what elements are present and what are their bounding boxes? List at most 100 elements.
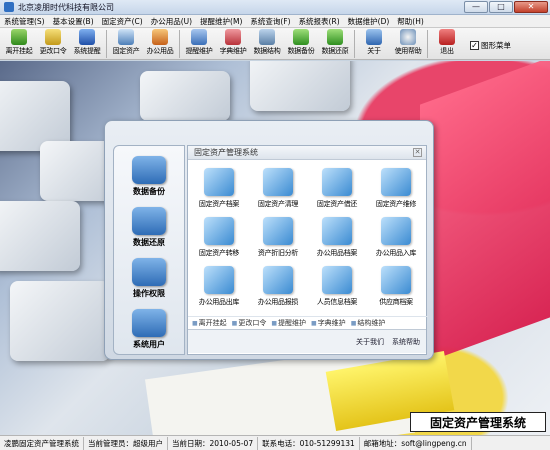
module-label: 办公用品档案 bbox=[316, 249, 358, 257]
side-item-data-restore[interactable]: 数据还原 bbox=[114, 207, 184, 248]
supply-out-icon bbox=[204, 266, 234, 294]
module-office-supply-archive[interactable]: 办公用品档案 bbox=[308, 217, 366, 262]
module-fixed-asset-archive[interactable]: 固定资产档案 bbox=[190, 168, 248, 213]
data-backup-button[interactable]: 数据备份 bbox=[284, 28, 318, 59]
quick-links: 离开挂起 更改口令 提醒维护 字典维护 结构维护 bbox=[188, 316, 428, 328]
toolbar-divider bbox=[179, 30, 180, 58]
module-fixed-asset-clearance[interactable]: 固定资产清理 bbox=[249, 168, 307, 213]
menu-reports[interactable]: 系统报表(R) bbox=[299, 16, 340, 27]
window-title: 北京凌朋时代科技有限公司 bbox=[18, 2, 114, 12]
module-office-supply-in[interactable]: 办公用品入库 bbox=[367, 217, 425, 262]
toolbar-label: 使用帮助 bbox=[394, 47, 422, 55]
side-menu: 数据备份 数据还原 操作权限 系统用户 bbox=[113, 145, 185, 355]
module-panel: 固定资产管理系统 ✕ 固定资产档案 固定资产清理 固定资产借还 固定资产维修 固… bbox=[187, 145, 428, 355]
backup-icon bbox=[293, 29, 309, 45]
leave-suspend-button[interactable]: 离开挂起 bbox=[2, 28, 36, 59]
side-item-label: 系统用户 bbox=[133, 339, 165, 349]
supplier-icon bbox=[381, 266, 411, 294]
link-reminder-maintenance[interactable]: 提醒维护 bbox=[271, 318, 306, 328]
module-panel-footer: 关于我们 系统帮助 bbox=[188, 329, 426, 353]
toolbar-label: 更改口令 bbox=[39, 47, 67, 55]
exit-icon bbox=[439, 29, 455, 45]
side-item-label: 数据备份 bbox=[133, 186, 165, 196]
exit-button[interactable]: 退出 bbox=[430, 28, 464, 59]
help-button[interactable]: 使用帮助 bbox=[391, 28, 425, 59]
toolbar-label: 数据还原 bbox=[321, 47, 349, 55]
office-supplies-button[interactable]: 办公用品 bbox=[143, 28, 177, 59]
status-app-name: 凌鹏固定资产管理系统 bbox=[0, 436, 84, 450]
structure-icon bbox=[259, 29, 275, 45]
asset-clear-icon bbox=[263, 168, 293, 196]
close-button[interactable]: ✕ bbox=[514, 1, 548, 13]
about-us-link[interactable]: 关于我们 bbox=[356, 337, 384, 347]
system-reminder-button[interactable]: 系统提醒 bbox=[70, 28, 104, 59]
module-panel-header: 固定资产管理系统 ✕ bbox=[188, 146, 426, 160]
asset-transfer-icon bbox=[204, 217, 234, 245]
help-icon bbox=[400, 29, 416, 45]
side-item-permissions[interactable]: 操作权限 bbox=[114, 258, 184, 299]
supply-in-icon bbox=[381, 217, 411, 245]
depreciation-icon bbox=[263, 217, 293, 245]
module-personnel-archive[interactable]: 人员信息档案 bbox=[308, 266, 366, 311]
backup-icon bbox=[132, 156, 166, 184]
menu-system[interactable]: 系统管理(S) bbox=[4, 16, 45, 27]
key-icon bbox=[45, 29, 61, 45]
menu-help[interactable]: 帮助(H) bbox=[397, 16, 424, 27]
toolbar-label: 数据备份 bbox=[287, 47, 315, 55]
link-leave-suspend[interactable]: 离开挂起 bbox=[192, 318, 227, 328]
side-item-system-users[interactable]: 系统用户 bbox=[114, 309, 184, 350]
status-bar: 凌鹏固定资产管理系统 当前管理员：超级用户 当前日期：2010-05-07 联系… bbox=[0, 435, 550, 450]
keyboard-key-decoration bbox=[250, 61, 350, 111]
reminder-icon bbox=[191, 29, 207, 45]
link-change-password[interactable]: 更改口令 bbox=[232, 318, 266, 328]
keyboard-key-decoration bbox=[140, 71, 230, 121]
user-icon bbox=[11, 29, 27, 45]
graphic-menu-label: 图形菜单 bbox=[481, 41, 511, 50]
link-structure-maintenance[interactable]: 结构维护 bbox=[351, 318, 385, 328]
maximize-button[interactable]: □ bbox=[489, 1, 513, 13]
alert-icon bbox=[79, 29, 95, 45]
module-fixed-asset-repair[interactable]: 固定资产维修 bbox=[367, 168, 425, 213]
module-depreciation-analysis[interactable]: 资产折旧分析 bbox=[249, 217, 307, 262]
reminder-maintenance-button[interactable]: 提醒维护 bbox=[182, 28, 216, 59]
menu-fixed-assets[interactable]: 固定资产(C) bbox=[102, 16, 143, 27]
module-label: 固定资产清理 bbox=[257, 200, 299, 208]
module-office-supply-out[interactable]: 办公用品出库 bbox=[190, 266, 248, 311]
supply-archive-icon bbox=[322, 217, 352, 245]
graphic-menu-toggle[interactable]: ✓ 图形菜单 bbox=[470, 40, 511, 51]
module-fixed-asset-transfer[interactable]: 固定资产转移 bbox=[190, 217, 248, 262]
module-office-supply-loss[interactable]: 办公用品报损 bbox=[249, 266, 307, 311]
keyboard-key-decoration bbox=[0, 201, 80, 271]
checkbox-checked-icon[interactable]: ✓ bbox=[470, 41, 479, 50]
toolbar-divider bbox=[106, 30, 107, 58]
menu-office-supplies[interactable]: 办公用品(U) bbox=[151, 16, 192, 27]
module-grid: 固定资产档案 固定资产清理 固定资产借还 固定资产维修 固定资产转移 资产折旧分… bbox=[188, 160, 426, 311]
change-password-button[interactable]: 更改口令 bbox=[36, 28, 70, 59]
module-supplier-archive[interactable]: 供应商档案 bbox=[367, 266, 425, 311]
system-help-link[interactable]: 系统帮助 bbox=[392, 337, 420, 347]
brand-label: 固定资产管理系统 bbox=[410, 412, 546, 432]
module-label: 固定资产转移 bbox=[198, 249, 240, 257]
side-item-data-backup[interactable]: 数据备份 bbox=[114, 156, 184, 197]
data-restore-button[interactable]: 数据还原 bbox=[318, 28, 352, 59]
data-structure-button[interactable]: 数据结构 bbox=[250, 28, 284, 59]
minimize-button[interactable]: — bbox=[464, 1, 488, 13]
module-label: 固定资产借还 bbox=[316, 200, 358, 208]
panel-close-icon[interactable]: ✕ bbox=[413, 148, 422, 157]
status-email: 邮箱地址：soft@lingpeng.cn bbox=[360, 436, 472, 450]
toolbar-label: 离开挂起 bbox=[5, 47, 33, 55]
menu-basic-settings[interactable]: 基本设置(B) bbox=[53, 16, 94, 27]
menu-data-maintenance[interactable]: 数据维护(D) bbox=[348, 16, 390, 27]
fixed-assets-button[interactable]: 固定资产 bbox=[109, 28, 143, 59]
dictionary-maintenance-button[interactable]: 字典维护 bbox=[216, 28, 250, 59]
module-label: 办公用品报损 bbox=[257, 298, 299, 306]
link-dictionary-maintenance[interactable]: 字典维护 bbox=[311, 318, 346, 328]
status-admin: 当前管理员：超级用户 bbox=[84, 436, 168, 450]
menu-query[interactable]: 系统查询(F) bbox=[250, 16, 290, 27]
about-button[interactable]: 关于 bbox=[357, 28, 391, 59]
menu-reminder[interactable]: 提醒维护(M) bbox=[200, 16, 242, 27]
module-fixed-asset-borrow[interactable]: 固定资产借还 bbox=[308, 168, 366, 213]
personnel-icon bbox=[322, 266, 352, 294]
monitor-icon bbox=[118, 29, 134, 45]
menu-bar: 系统管理(S) 基本设置(B) 固定资产(C) 办公用品(U) 提醒维护(M) … bbox=[0, 15, 550, 28]
